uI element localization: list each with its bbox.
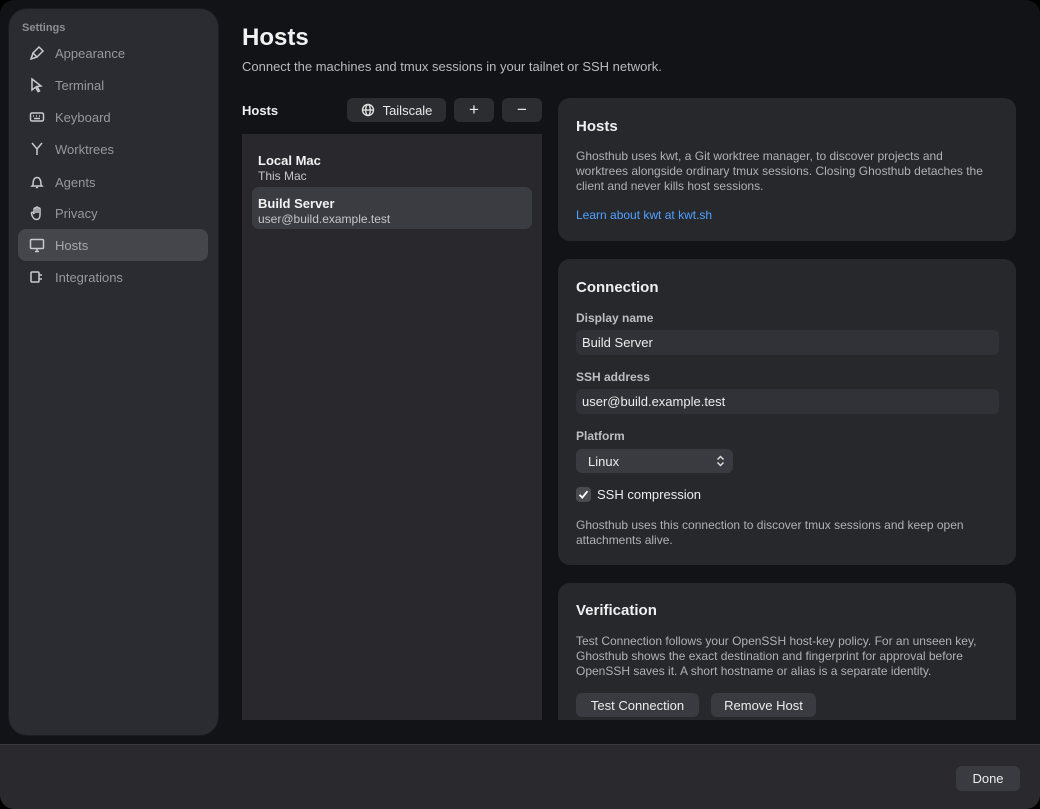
sidebar: Settings Appearance Terminal Keyboard Wo… [9, 9, 218, 735]
host-name: Local Mac [258, 153, 321, 168]
sidebar-item-label: Appearance [55, 45, 126, 61]
ssh-address-field[interactable] [576, 389, 999, 414]
host-name: Build Server [258, 196, 335, 211]
ssh-address-label: SSH address [576, 370, 651, 384]
host-list-label: Hosts [242, 103, 279, 118]
test-connection-button[interactable]: Test Connection [576, 693, 699, 717]
remove-host-toolbar-button[interactable]: − [502, 98, 542, 122]
keyboard-icon [28, 108, 46, 126]
sidebar-item-label: Integrations [55, 269, 123, 285]
page-subtitle: Connect the machines and tmux sessions i… [242, 59, 662, 74]
sidebar-item-worktrees[interactable]: Worktrees [18, 133, 208, 165]
minus-icon: − [517, 100, 527, 119]
host-list: Local Mac This Mac Build Server user@bui… [242, 134, 542, 720]
ssh-compression-checkbox[interactable] [576, 487, 591, 502]
cursor-icon [28, 76, 46, 94]
sidebar-item-label: Hosts [55, 237, 89, 253]
sidebar-item-label: Agents [55, 174, 96, 190]
chevron-up-down-icon [716, 455, 725, 467]
host-subtitle: user@build.example.test [258, 212, 391, 226]
plug-icon [28, 268, 46, 286]
info-card-text: Ghosthub uses kwt, a Git worktree manage… [576, 149, 983, 193]
sidebar-header: Settings [22, 22, 66, 34]
ssh-compression-label: SSH compression [597, 487, 702, 502]
verification-text: Test Connection follows your OpenSSH hos… [576, 634, 977, 678]
verification-card: Verification Test Connection follows you… [558, 583, 1016, 733]
sidebar-item-agents[interactable]: Agents [18, 166, 208, 198]
display-name-label: Display name [576, 311, 654, 325]
ssh-compression-toggle[interactable]: SSH compression [576, 487, 701, 502]
add-host-button[interactable]: + [454, 98, 494, 122]
sidebar-item-hosts[interactable]: Hosts [18, 229, 208, 261]
connection-note: Ghosthub uses this connection to discove… [576, 518, 964, 547]
kwt-link[interactable]: Learn about kwt at kwt.sh [576, 208, 712, 222]
sidebar-item-label: Privacy [55, 205, 98, 221]
verification-title: Verification [576, 602, 657, 619]
sidebar-item-terminal[interactable]: Terminal [18, 69, 208, 101]
hosts-info-card: Hosts Ghosthub uses kwt, a Git worktree … [558, 98, 1016, 241]
tailscale-label: Tailscale [382, 102, 433, 118]
checkmark-icon [578, 490, 589, 499]
sidebar-item-label: Terminal [55, 77, 105, 93]
host-row-local-mac[interactable]: Local Mac This Mac [252, 144, 532, 186]
tailscale-button[interactable]: Tailscale [347, 98, 446, 122]
page-title: Hosts [242, 24, 309, 51]
platform-label: Platform [576, 429, 625, 443]
settings-window: Settings Appearance Terminal Keyboard Wo… [0, 0, 1040, 809]
display-name-field[interactable] [576, 330, 999, 355]
info-card-title: Hosts [576, 118, 618, 135]
bell-icon [28, 173, 46, 191]
platform-select[interactable]: Linux [576, 449, 733, 473]
platform-value: Linux [588, 453, 620, 469]
plus-icon: + [469, 100, 479, 119]
globe-icon [361, 103, 374, 117]
sidebar-item-privacy[interactable]: Privacy [18, 197, 208, 229]
hand-icon [28, 204, 46, 222]
done-button[interactable]: Done [956, 766, 1020, 791]
sidebar-item-label: Worktrees [55, 141, 114, 157]
footer-bar: Done [0, 744, 1040, 809]
remove-host-button[interactable]: Remove Host [711, 693, 816, 717]
brush-icon [28, 44, 46, 62]
connection-title: Connection [576, 279, 659, 296]
sidebar-item-integrations[interactable]: Integrations [18, 261, 208, 293]
host-subtitle: This Mac [258, 169, 307, 183]
branch-icon [28, 140, 46, 158]
sidebar-item-appearance[interactable]: Appearance [18, 37, 208, 69]
sidebar-item-keyboard[interactable]: Keyboard [18, 101, 208, 133]
display-icon [28, 236, 46, 254]
sidebar-item-label: Keyboard [55, 109, 111, 125]
connection-card: Connection Display name SSH address Plat… [558, 259, 1016, 565]
scroll-clip [542, 720, 1040, 744]
host-row-build-server[interactable]: Build Server user@build.example.test [252, 187, 532, 229]
